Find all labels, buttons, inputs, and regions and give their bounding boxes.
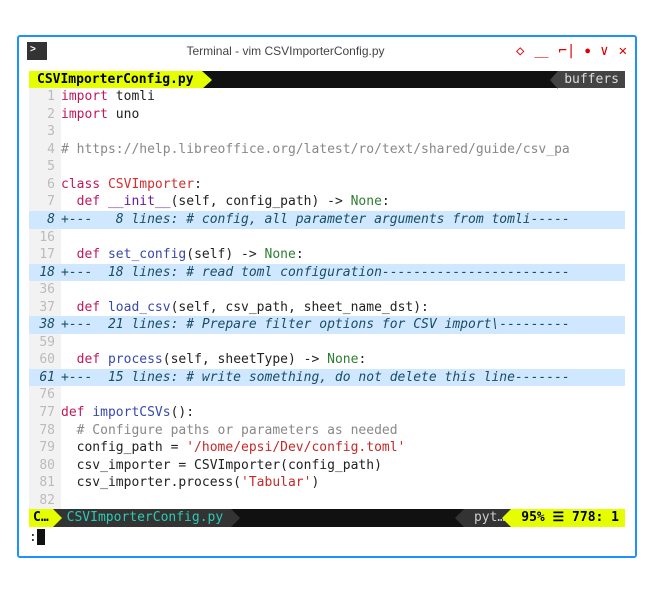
line-number: 79 <box>29 439 61 457</box>
line-content: def importCSVs(): <box>61 404 625 422</box>
code-line[interactable]: 80 csv_importer = CSVImporter(config_pat… <box>29 457 625 475</box>
terminal-icon <box>27 42 47 60</box>
line-number: 36 <box>29 281 61 299</box>
line-content: +--- 21 lines: # Prepare filter options … <box>61 316 625 334</box>
window-title: Terminal - vim CSVImporterConfig.py <box>55 44 516 58</box>
line-number: 5 <box>29 158 61 176</box>
line-number: 1 <box>29 88 61 106</box>
line-number: 7 <box>29 193 61 211</box>
status-file: CSVImporterConfig.py <box>53 509 232 527</box>
line-number: 18 <box>29 264 61 282</box>
code-line[interactable]: 16 <box>29 229 625 247</box>
code-line[interactable]: 4# https://help.libreoffice.org/latest/r… <box>29 141 625 159</box>
tab-active[interactable]: CSVImporterConfig.py <box>29 71 202 89</box>
window-maximize-icon[interactable]: ⌐| <box>558 43 575 59</box>
line-number: 61 <box>29 369 61 387</box>
window-minimize-icon[interactable]: ＿ <box>534 41 548 61</box>
status-mode: C… <box>29 509 53 527</box>
code-line[interactable]: 1import tomli <box>29 88 625 106</box>
code-line[interactable]: 77def importCSVs(): <box>29 404 625 422</box>
cmdline-text: : <box>29 530 37 545</box>
code-line[interactable]: 38+--- 21 lines: # Prepare filter option… <box>29 316 625 334</box>
code-line[interactable]: 82 <box>29 492 625 510</box>
line-number: 78 <box>29 422 61 440</box>
code-line[interactable]: 81 csv_importer.process('Tabular') <box>29 474 625 492</box>
window-shade-icon[interactable]: ∨ <box>600 43 608 59</box>
code-line[interactable]: 6class CSVImporter: <box>29 176 625 194</box>
vim-statusline: C… CSVImporterConfig.py pyt… 95% ☰ 778: … <box>29 509 625 527</box>
status-position: 95% ☰ 778: 1 <box>511 509 625 527</box>
line-number: 8 <box>29 211 61 229</box>
code-line[interactable]: 17 def set_config(self) -> None: <box>29 246 625 264</box>
line-content <box>61 123 625 141</box>
code-line[interactable]: 61+--- 15 lines: # write something, do n… <box>29 369 625 387</box>
line-content: config_path = '/home/epsi/Dev/config.tom… <box>61 439 625 457</box>
line-content: +--- 18 lines: # read toml configuration… <box>61 264 625 282</box>
line-content: import uno <box>61 106 625 124</box>
code-line[interactable]: 36 <box>29 281 625 299</box>
code-line[interactable]: 3 <box>29 123 625 141</box>
line-content: csv_importer = CSVImporter(config_path) <box>61 457 625 475</box>
code-line[interactable]: 76 <box>29 386 625 404</box>
code-line[interactable]: 18+--- 18 lines: # read toml configurati… <box>29 264 625 282</box>
line-content: import tomli <box>61 88 625 106</box>
line-content <box>61 229 625 247</box>
line-number: 82 <box>29 492 61 510</box>
window-dot-icon[interactable]: ● <box>585 46 590 55</box>
window-titlebar: Terminal - vim CSVImporterConfig.py ◇ ＿ … <box>19 37 635 65</box>
line-content: def __init__(self, config_path) -> None: <box>61 193 625 211</box>
line-content <box>61 334 625 352</box>
line-number: 17 <box>29 246 61 264</box>
terminal-window: Terminal - vim CSVImporterConfig.py ◇ ＿ … <box>17 35 637 559</box>
code-line[interactable]: 5 <box>29 158 625 176</box>
line-number: 59 <box>29 334 61 352</box>
line-number: 60 <box>29 351 61 369</box>
line-content: class CSVImporter: <box>61 176 625 194</box>
line-number: 16 <box>29 229 61 247</box>
line-number: 3 <box>29 123 61 141</box>
line-content: +--- 15 lines: # write something, do not… <box>61 369 625 387</box>
code-line[interactable]: 60 def process(self, sheetType) -> None: <box>29 351 625 369</box>
line-content <box>61 386 625 404</box>
window-controls: ◇ ＿ ⌐| ● ∨ ✕ <box>516 41 627 61</box>
line-number: 4 <box>29 141 61 159</box>
line-number: 80 <box>29 457 61 475</box>
line-number: 37 <box>29 299 61 317</box>
line-content <box>61 492 625 510</box>
code-line[interactable]: 2import uno <box>29 106 625 124</box>
line-content: # Configure paths or parameters as neede… <box>61 422 625 440</box>
code-line[interactable]: 78 # Configure paths or parameters as ne… <box>29 422 625 440</box>
window-decoration-icon[interactable]: ◇ <box>516 43 524 59</box>
line-content: # https://help.libreoffice.org/latest/ro… <box>61 141 625 159</box>
code-line[interactable]: 8+--- 8 lines: # config, all parameter a… <box>29 211 625 229</box>
line-content: def process(self, sheetType) -> None: <box>61 351 625 369</box>
line-number: 6 <box>29 176 61 194</box>
terminal-body[interactable]: CSVImporterConfig.py buffers 1import tom… <box>19 65 635 557</box>
cursor-block <box>37 529 45 545</box>
code-line[interactable]: 37 def load_csv(self, csv_path, sheet_na… <box>29 299 625 317</box>
line-number: 76 <box>29 386 61 404</box>
vim-tabbar: CSVImporterConfig.py buffers <box>29 71 625 89</box>
line-content: csv_importer.process('Tabular') <box>61 474 625 492</box>
line-number: 77 <box>29 404 61 422</box>
line-content: def load_csv(self, csv_path, sheet_name_… <box>61 299 625 317</box>
vim-cmdline[interactable]: : <box>29 527 625 547</box>
code-area[interactable]: 1import tomli2import uno34# https://help… <box>29 88 625 509</box>
code-line[interactable]: 7 def __init__(self, config_path) -> Non… <box>29 193 625 211</box>
tab-buffers[interactable]: buffers <box>558 71 625 89</box>
line-content <box>61 281 625 299</box>
line-content: def set_config(self) -> None: <box>61 246 625 264</box>
code-line[interactable]: 59 <box>29 334 625 352</box>
line-number: 38 <box>29 316 61 334</box>
code-line[interactable]: 79 config_path = '/home/epsi/Dev/config.… <box>29 439 625 457</box>
line-content: +--- 8 lines: # config, all parameter ar… <box>61 211 625 229</box>
window-close-icon[interactable]: ✕ <box>619 43 627 59</box>
line-content <box>61 158 625 176</box>
line-number: 81 <box>29 474 61 492</box>
line-number: 2 <box>29 106 61 124</box>
